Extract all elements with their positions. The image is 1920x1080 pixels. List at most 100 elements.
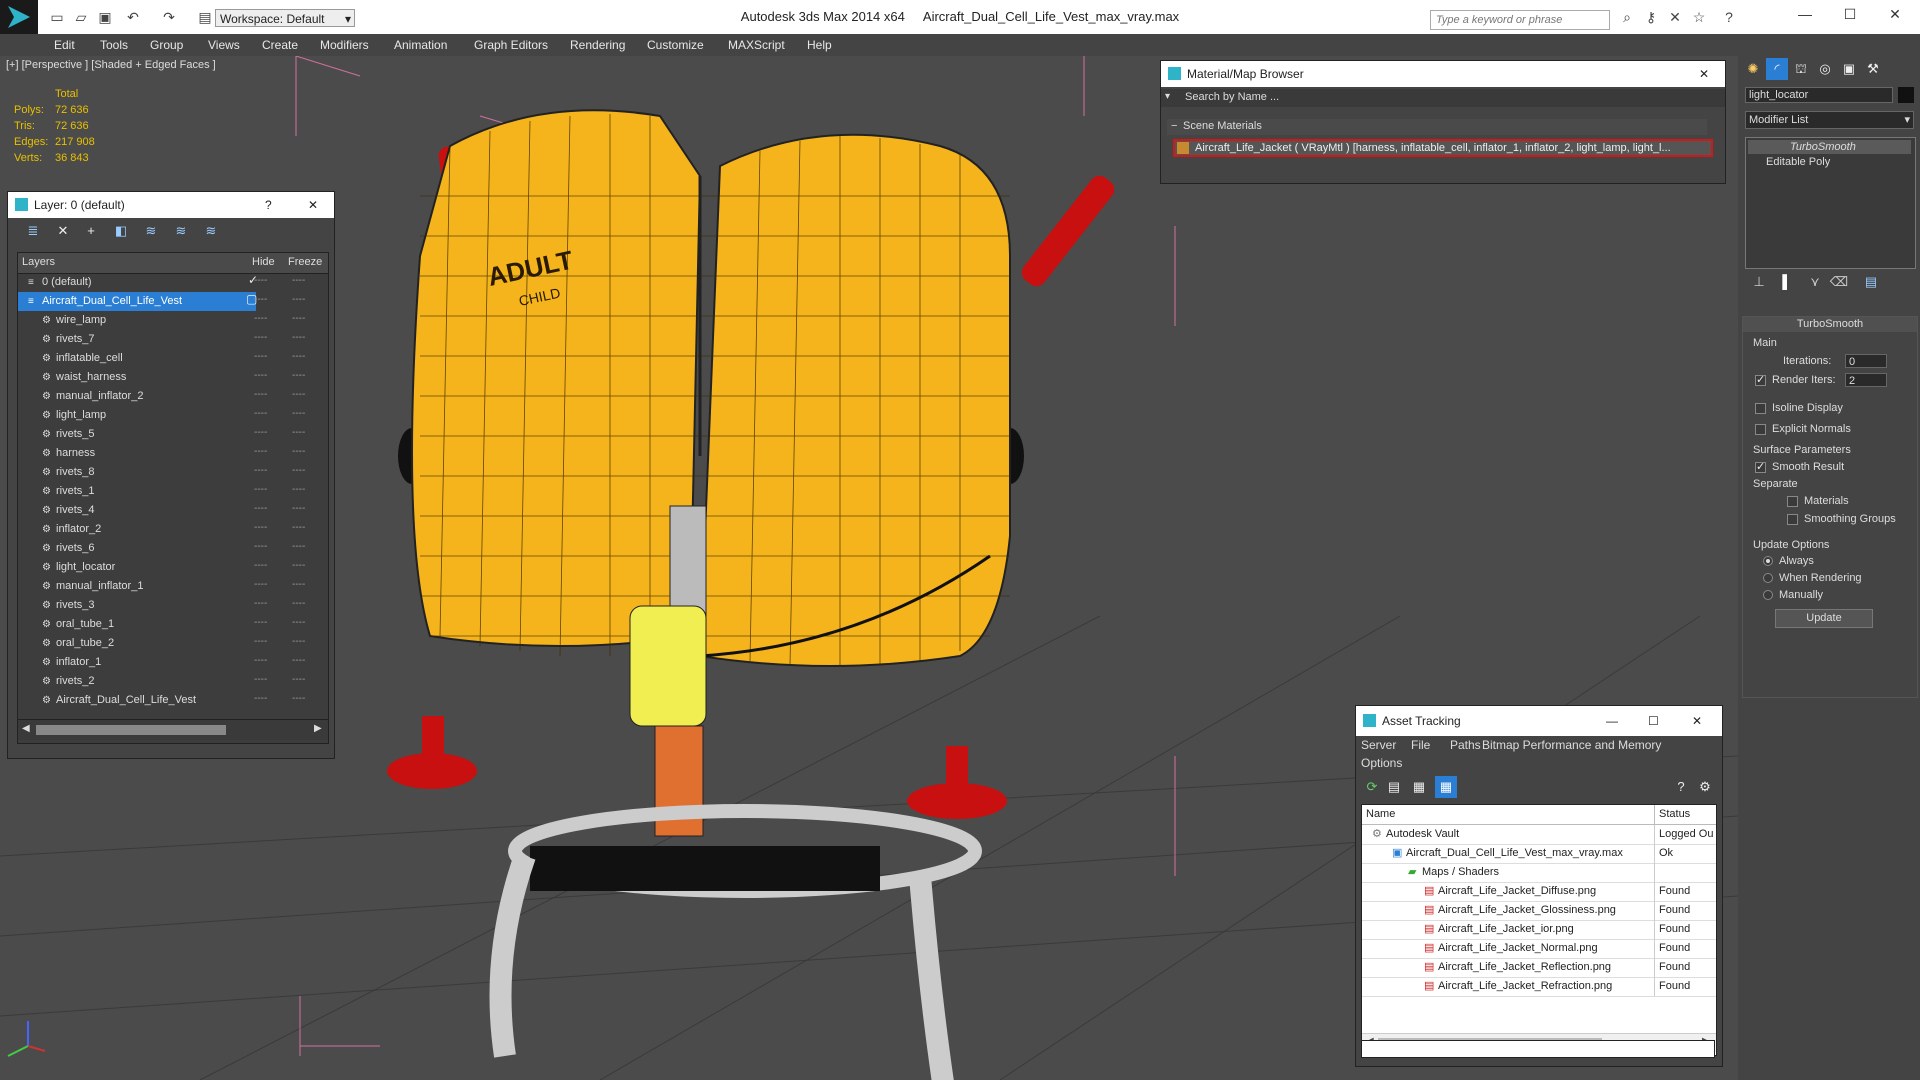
layer-hscrollbar[interactable]: ◀ ▶ [18, 719, 328, 740]
layer-row[interactable]: ≡ Aircraft_Dual_Cell_Life_Vest [18, 292, 256, 311]
search-input[interactable]: Type a keyword or phrase [1430, 10, 1610, 30]
layer-panel-titlebar[interactable]: Layer: 0 (default) ? ✕ [8, 192, 334, 218]
layer-row[interactable]: ⚙ manual_inflator_1 [18, 577, 328, 596]
menu-group[interactable]: Group [150, 38, 183, 52]
key-icon[interactable]: ⚷ [1642, 8, 1660, 26]
render-iters-spinner[interactable]: 2 [1845, 373, 1887, 387]
object-color-swatch[interactable] [1898, 87, 1914, 103]
rollout-header[interactable]: TurboSmooth [1743, 317, 1917, 332]
menu-tools[interactable]: Tools [100, 38, 128, 52]
object-name-field[interactable]: light_locator [1745, 87, 1893, 103]
delete-layer-icon[interactable]: ✕ [52, 220, 74, 242]
hide-toggle[interactable]: ---- [254, 351, 267, 362]
maximize-button[interactable]: ☐ [1648, 706, 1659, 736]
material-search-input[interactable]: Search by Name ... [1185, 91, 1279, 103]
material-search-bar[interactable]: ▾ Search by Name ... [1161, 89, 1725, 107]
thumbnail-view-icon[interactable]: ▦ [1408, 776, 1430, 798]
menu-edit[interactable]: Edit [54, 38, 75, 52]
freeze-all-icon[interactable]: ≋ [200, 220, 222, 242]
scroll-thumb[interactable] [36, 725, 226, 735]
freeze-toggle[interactable]: ---- [292, 408, 305, 419]
make-unique-icon[interactable]: ⋎ [1804, 271, 1826, 293]
col-name[interactable]: Name [1366, 808, 1395, 820]
layer-row[interactable]: ⚙ light_lamp [18, 406, 328, 425]
layer-row[interactable]: ⚙ inflator_2 [18, 520, 328, 539]
hide-toggle[interactable]: ---- [254, 389, 267, 400]
asset-row[interactable]: ▤ Aircraft_Life_Jacket_Reflection.png Foun… [1362, 958, 1716, 978]
freeze-toggle[interactable]: ---- [292, 636, 305, 647]
display-tab-icon[interactable]: ▣ [1838, 58, 1860, 80]
update-button[interactable]: Update [1775, 609, 1873, 628]
freeze-toggle[interactable]: ---- [292, 465, 305, 476]
add-to-layer-icon[interactable]: + [80, 220, 102, 242]
modify-tab-icon[interactable]: ◜ [1766, 58, 1788, 80]
settings-icon[interactable]: ⚙ [1694, 776, 1716, 798]
menu-modifiers[interactable]: Modifiers [320, 38, 369, 52]
freeze-toggle[interactable]: ---- [292, 522, 305, 533]
hide-toggle[interactable]: ---- [254, 655, 267, 666]
material-browser-titlebar[interactable]: Material/Map Browser ✕ [1161, 61, 1725, 87]
hide-toggle[interactable]: ---- [254, 693, 267, 704]
col-status[interactable]: Status [1659, 808, 1690, 820]
configure-sets-icon[interactable]: ▤ [1860, 271, 1882, 293]
layer-row[interactable]: ⚙ inflator_1 [18, 653, 328, 672]
close-button[interactable]: ✕ [1880, 6, 1910, 26]
layer-row[interactable]: ⚙ rivets_3 [18, 596, 328, 615]
hide-toggle[interactable]: ---- [254, 541, 267, 552]
maximize-button[interactable]: ☐ [1835, 6, 1865, 26]
manually-radio[interactable] [1763, 590, 1773, 600]
layer-row[interactable]: ⚙ rivets_8 [18, 463, 328, 482]
refresh-icon[interactable]: ⟳ [1361, 776, 1383, 798]
hierarchy-tab-icon[interactable]: ⛫ [1790, 58, 1812, 80]
menu-server[interactable]: Server [1361, 738, 1396, 752]
close-icon[interactable]: ✕ [308, 192, 318, 218]
star-icon[interactable]: ☆ [1690, 8, 1708, 26]
always-radio[interactable] [1763, 556, 1773, 566]
freeze-toggle[interactable]: ---- [292, 617, 305, 628]
menu-graph-editors[interactable]: Graph Editors [474, 38, 548, 52]
freeze-toggle[interactable]: ---- [292, 427, 305, 438]
scroll-right-icon[interactable]: ▶ [314, 723, 322, 734]
when-rendering-radio[interactable] [1763, 573, 1773, 583]
materials-checkbox[interactable] [1787, 496, 1798, 507]
menu-rendering[interactable]: Rendering [570, 38, 625, 52]
layer-row[interactable]: ⚙ oral_tube_2 [18, 634, 328, 653]
menu-paths[interactable]: Paths [1450, 738, 1481, 752]
menu-views[interactable]: Views [208, 38, 240, 52]
tools-icon[interactable]: ✕ [1666, 8, 1684, 26]
freeze-toggle[interactable]: ---- [292, 446, 305, 457]
freeze-toggle[interactable]: ---- [292, 579, 305, 590]
show-end-result-icon[interactable]: ▌ [1776, 271, 1798, 293]
minimize-button[interactable]: — [1606, 706, 1618, 736]
freeze-toggle[interactable]: ---- [292, 351, 305, 362]
layer-row[interactable]: ⚙ inflatable_cell [18, 349, 328, 368]
menu-customize[interactable]: Customize [647, 38, 704, 52]
freeze-toggle[interactable]: ---- [292, 332, 305, 343]
help-icon[interactable]: ? [1720, 8, 1738, 26]
asset-row[interactable]: ▰ Maps / Shaders [1362, 863, 1716, 883]
asset-row[interactable]: ▤ Aircraft_Life_Jacket_Glossiness.png Foun… [1362, 901, 1716, 921]
help-icon[interactable]: ? [265, 192, 272, 218]
menu-file[interactable]: File [1411, 738, 1430, 752]
layer-row[interactable]: ⚙ rivets_2 [18, 672, 328, 691]
asset-tracking-titlebar[interactable]: Asset Tracking — ☐ ✕ [1356, 706, 1722, 736]
hide-toggle[interactable]: ---- [254, 408, 267, 419]
close-icon[interactable]: ✕ [1699, 61, 1709, 87]
hide-toggle[interactable]: ---- [254, 427, 267, 438]
modifier-list-dropdown[interactable]: Modifier List ▾ [1745, 111, 1914, 129]
layer-row[interactable]: ⚙ harness [18, 444, 328, 463]
layer-row[interactable]: ⚙ Aircraft_Dual_Cell_Life_Vest [18, 691, 328, 710]
freeze-toggle[interactable]: ---- [292, 655, 305, 666]
list-view-icon[interactable]: ▤ [1383, 776, 1405, 798]
hide-toggle[interactable]: ---- [254, 636, 267, 647]
asset-row[interactable]: ▤ Aircraft_Life_Jacket_Refraction.png Foun… [1362, 977, 1716, 997]
layer-row[interactable]: ⚙ light_locator [18, 558, 328, 577]
help-icon[interactable]: ? [1670, 776, 1692, 798]
hide-toggle[interactable]: ---- [254, 674, 267, 685]
smooth-result-checkbox[interactable] [1755, 460, 1766, 473]
remove-modifier-icon[interactable]: ⌫ [1828, 271, 1850, 293]
freeze-toggle[interactable]: ---- [292, 503, 305, 514]
freeze-toggle[interactable]: ---- [292, 560, 305, 571]
scroll-left-icon[interactable]: ◀ [22, 723, 30, 734]
freeze-toggle[interactable]: ---- [292, 370, 305, 381]
